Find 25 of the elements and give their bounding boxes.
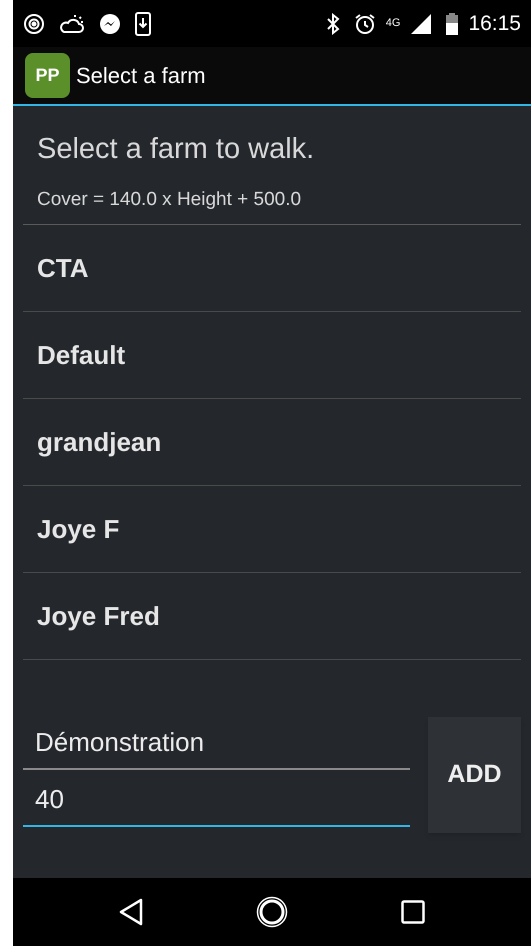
farm-list-item[interactable]: Joye F — [23, 486, 521, 573]
formula-text: Cover = 140.0 x Height + 500.0 — [36, 188, 302, 212]
signal-icon — [410, 12, 432, 34]
hotspot-icon — [23, 12, 45, 34]
messenger-icon — [99, 12, 121, 34]
alarm-icon — [354, 12, 376, 34]
add-button[interactable]: ADD — [428, 717, 521, 833]
farm-list-item[interactable]: Default — [23, 312, 521, 399]
farm-list-item[interactable]: grandjean — [23, 399, 521, 486]
download-icon — [135, 12, 151, 36]
back-icon[interactable] — [119, 898, 144, 926]
battery-icon — [446, 12, 458, 34]
bluetooth-icon — [326, 12, 340, 34]
recents-icon[interactable] — [400, 900, 425, 924]
input-field[interactable]: 40 — [23, 780, 410, 827]
weather-icon — [59, 12, 85, 34]
app-logo: PP — [25, 53, 70, 98]
home-icon[interactable] — [256, 896, 288, 928]
farm-list-item[interactable]: Joye Fred — [23, 573, 521, 660]
farm-list-item[interactable]: CTA — [23, 225, 521, 312]
app-title: Select a farm — [76, 62, 206, 90]
clock: 16:15 — [468, 10, 521, 37]
input-field[interactable]: Démonstration — [23, 723, 410, 770]
page-heading: Select a farm to walk. — [36, 132, 316, 167]
network-label: 4G — [386, 18, 400, 29]
